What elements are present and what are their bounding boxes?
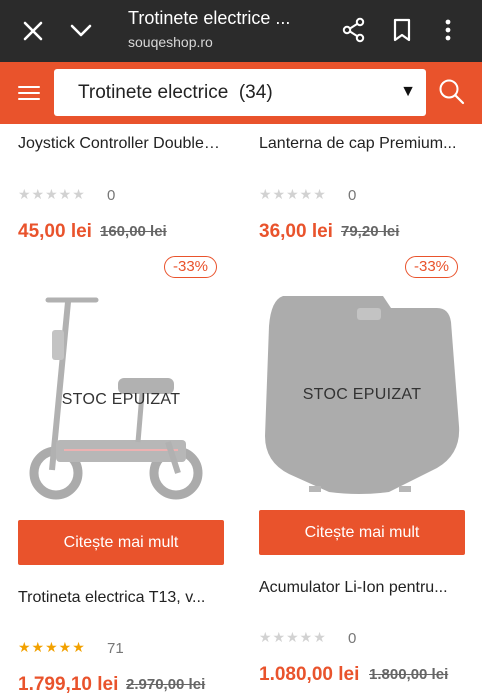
product-price: 1.080,00 lei <box>259 664 360 685</box>
product-title[interactable]: Acumulator Li-Ion pentru... <box>259 579 465 597</box>
stock-status: STOC EPUIZAT <box>61 391 181 408</box>
read-more-button[interactable]: Citește mai mult <box>259 510 465 555</box>
bookmark-icon[interactable] <box>388 16 416 44</box>
chevron-down-icon[interactable] <box>66 16 96 46</box>
product-card[interactable]: -33% STOC EPUIZAT Citește mai mult Acumu… <box>259 256 465 700</box>
product-card[interactable]: Joystick Controller Double Shock... ★★★★… <box>18 124 224 254</box>
more-vert-icon[interactable] <box>436 16 460 44</box>
product-old-price: 1.800,00 lei <box>369 666 449 683</box>
close-icon[interactable] <box>18 16 48 46</box>
read-more-button[interactable]: Citește mai mult <box>18 520 224 565</box>
rating-count: 0 <box>348 630 357 647</box>
rating-count: 71 <box>107 640 124 657</box>
browser-toolbar: Trotinete electrice ... souqeshop.ro <box>0 0 482 62</box>
product-title[interactable]: Joystick Controller Double Shock... <box>18 135 224 153</box>
rating-stars: ★★★★★ <box>18 639 86 655</box>
category-label: Trotinete electrice (34) <box>78 82 273 103</box>
rating-stars: ★★★★★ <box>259 629 327 645</box>
browser-url[interactable]: souqeshop.ro <box>128 34 213 50</box>
product-card[interactable]: -33% STOC EPUIZAT Citește mai mult Troti… <box>18 256 224 700</box>
product-old-price: 79,20 lei <box>341 223 400 240</box>
discount-badge: -33% <box>164 256 218 278</box>
product-title[interactable]: Trotineta electrica T13, v... <box>18 589 224 607</box>
dropdown-arrow-icon: ▼ <box>400 83 416 100</box>
product-title[interactable]: Lanterna de cap Premium... <box>259 135 465 153</box>
discount-badge: -33% <box>405 256 459 278</box>
product-old-price: 160,00 lei <box>100 223 167 240</box>
product-image[interactable]: STOC EPUIZAT <box>259 286 465 496</box>
product-image[interactable]: STOC EPUIZAT <box>18 290 224 504</box>
shop-header: Trotinete electrice (34) ▼ <box>0 62 482 124</box>
stock-status: STOC EPUIZAT <box>302 386 422 403</box>
search-icon[interactable] <box>436 76 468 108</box>
browser-page-title: Trotinete electrice ... <box>128 8 291 28</box>
rating-stars: ★★★★★ <box>259 186 327 202</box>
rating-count: 0 <box>107 187 116 204</box>
product-price: 45,00 lei <box>18 221 92 242</box>
product-card[interactable]: Lanterna de cap Premium... ★★★★★ 0 36,00… <box>259 124 465 254</box>
rating-stars: ★★★★★ <box>18 186 86 202</box>
category-select[interactable]: Trotinete electrice (34) ▼ <box>54 69 426 116</box>
hamburger-icon[interactable] <box>14 79 44 107</box>
share-icon[interactable] <box>340 16 368 44</box>
product-price: 1.799,10 lei <box>18 674 119 695</box>
product-price: 36,00 lei <box>259 221 333 242</box>
rating-count: 0 <box>348 187 357 204</box>
product-old-price: 2.970,00 lei <box>126 676 206 693</box>
